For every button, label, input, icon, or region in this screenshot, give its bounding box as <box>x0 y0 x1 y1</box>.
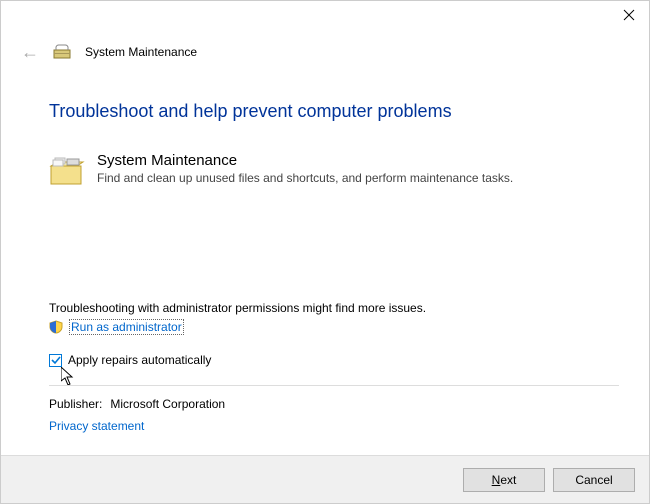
back-arrow-icon: ← <box>21 43 39 61</box>
titlebar <box>623 1 649 31</box>
horizontal-divider <box>49 385 619 386</box>
run-as-administrator-link[interactable]: Run as administrator <box>69 319 184 335</box>
mouse-cursor-icon <box>61 367 75 387</box>
admin-block: Troubleshooting with administrator permi… <box>49 301 619 335</box>
close-icon[interactable] <box>623 9 635 21</box>
troubleshooter-title: System Maintenance <box>97 152 513 169</box>
header: ← System Maintenance <box>21 43 629 61</box>
admin-note: Troubleshooting with administrator permi… <box>49 301 619 315</box>
content-area: Troubleshoot and help prevent computer p… <box>49 101 619 194</box>
troubleshooter-description: Find and clean up unused files and short… <box>97 171 513 185</box>
publisher-value: Microsoft Corporation <box>110 397 225 411</box>
page-title: System Maintenance <box>85 45 197 59</box>
publisher-label: Publisher: <box>49 397 102 411</box>
privacy-statement-link[interactable]: Privacy statement <box>49 419 144 433</box>
folder-stack-icon <box>49 152 85 188</box>
next-button-rest: ext <box>500 473 516 487</box>
apply-repairs-checkbox[interactable] <box>49 354 62 367</box>
publisher-row: Publisher: Microsoft Corporation <box>49 397 225 411</box>
apply-repairs-label[interactable]: Apply repairs automatically <box>68 353 211 367</box>
cancel-button[interactable]: Cancel <box>553 468 635 492</box>
main-heading: Troubleshoot and help prevent computer p… <box>49 101 619 122</box>
next-button[interactable]: Next <box>463 468 545 492</box>
toolbox-icon <box>53 44 71 60</box>
shield-icon <box>49 320 63 334</box>
apply-repairs-row: Apply repairs automatically <box>49 353 211 367</box>
footer: Next Cancel <box>1 455 649 503</box>
troubleshooter-item: System Maintenance Find and clean up unu… <box>49 152 619 188</box>
